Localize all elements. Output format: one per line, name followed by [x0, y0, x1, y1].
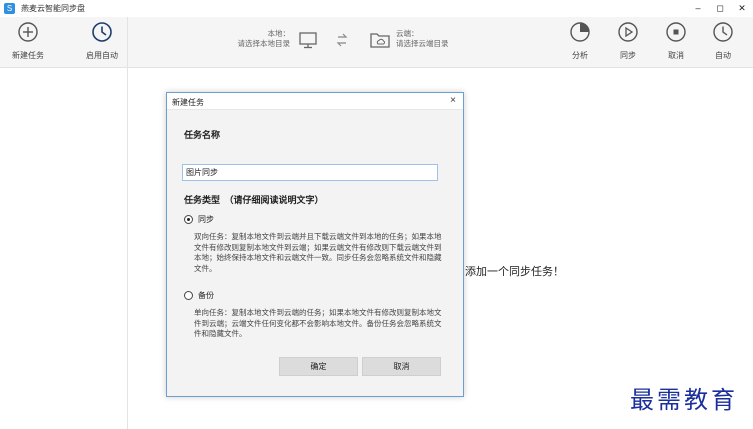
ok-button[interactable]: 确定 [279, 357, 358, 376]
radio-option-sync[interactable]: 同步 [184, 214, 214, 225]
cloud-label: 云端： [396, 29, 419, 38]
clock-icon [713, 22, 733, 42]
backup-description: 单向任务：复制本地文件到云端的任务；如果本地文件有修改则复制本地文件到云端；云端… [194, 308, 442, 338]
minimize-button[interactable]: – [687, 0, 709, 17]
stop-icon [666, 22, 686, 42]
auto-button[interactable]: 自动 [698, 21, 748, 65]
app-title: 燕麦云智能同步盘 [21, 4, 85, 13]
enable-auto-label: 启用自动 [86, 51, 118, 60]
cloud-folder-icon [370, 33, 390, 48]
dialog-title: 新建任务 [172, 98, 204, 107]
task-name-input[interactable] [182, 164, 438, 181]
auto-label: 自动 [715, 51, 731, 60]
close-button[interactable]: ✕ [731, 0, 753, 17]
cloud-path-text: 请选择云端目录 [396, 39, 449, 48]
cancel-button[interactable]: 取消 [362, 357, 441, 376]
clock-icon [92, 22, 112, 42]
pie-chart-icon [570, 22, 590, 42]
new-task-dialog: 新建任务 × 任务名称 任务类型 （请仔细阅读说明文字） 同步 双向任务：复制本… [166, 92, 464, 397]
toolbar-left-group: 新建任务 启用自动 [0, 17, 128, 68]
toolbar: 新建任务 启用自动 本地： 请选择本地目录 云端： 请选择云端目录 分析 同步 … [0, 17, 753, 68]
empty-state-hint: 添加一个同步任务！ [465, 266, 564, 278]
enable-auto-button[interactable]: 启用自动 [77, 21, 127, 65]
cancel-toolbar-button[interactable]: 取消 [651, 21, 701, 65]
app-logo-icon: S [4, 3, 15, 14]
analyze-label: 分析 [572, 51, 588, 60]
radio-sync-label: 同步 [198, 215, 214, 224]
analyze-button[interactable]: 分析 [555, 21, 605, 65]
local-path-selector[interactable]: 本地： 请选择本地目录 [230, 29, 291, 49]
watermark: 最需教育 [630, 386, 738, 414]
task-type-heading: 任务类型 （请仔细阅读说明文字） [184, 195, 324, 205]
cloud-path-selector[interactable]: 云端： 请选择云端目录 [396, 29, 466, 49]
radio-backup-label: 备份 [198, 291, 214, 300]
sync-label: 同步 [620, 51, 636, 60]
plus-circle-icon [18, 22, 38, 42]
swap-arrows-icon[interactable] [334, 32, 350, 48]
new-task-label: 新建任务 [12, 51, 44, 60]
title-bar: S 燕麦云智能同步盘 – ◻ ✕ [0, 0, 753, 17]
radio-backup[interactable] [184, 291, 193, 300]
window-controls: – ◻ ✕ [687, 0, 753, 17]
new-task-button[interactable]: 新建任务 [3, 21, 53, 65]
sync-button[interactable]: 同步 [603, 21, 653, 65]
local-path-text: 请选择本地目录 [237, 39, 291, 48]
task-list-sidebar[interactable] [0, 68, 128, 429]
dialog-body: 任务名称 任务类型 （请仔细阅读说明文字） 同步 双向任务：复制本地文件到云端并… [167, 110, 463, 396]
cancel-toolbar-label: 取消 [668, 51, 684, 60]
radio-sync[interactable] [184, 215, 193, 224]
dialog-title-bar: 新建任务 × [167, 93, 463, 110]
radio-option-backup[interactable]: 备份 [184, 290, 214, 301]
computer-icon [299, 32, 317, 49]
sync-description: 双向任务：复制本地文件到云端并且下载云端文件到本地的任务；如果本地文件有修改则复… [194, 232, 442, 273]
task-name-heading: 任务名称 [184, 130, 221, 140]
play-icon [618, 22, 638, 42]
maximize-button[interactable]: ◻ [709, 0, 731, 17]
dialog-close-button[interactable]: × [450, 95, 456, 106]
local-label: 本地： [267, 29, 291, 38]
